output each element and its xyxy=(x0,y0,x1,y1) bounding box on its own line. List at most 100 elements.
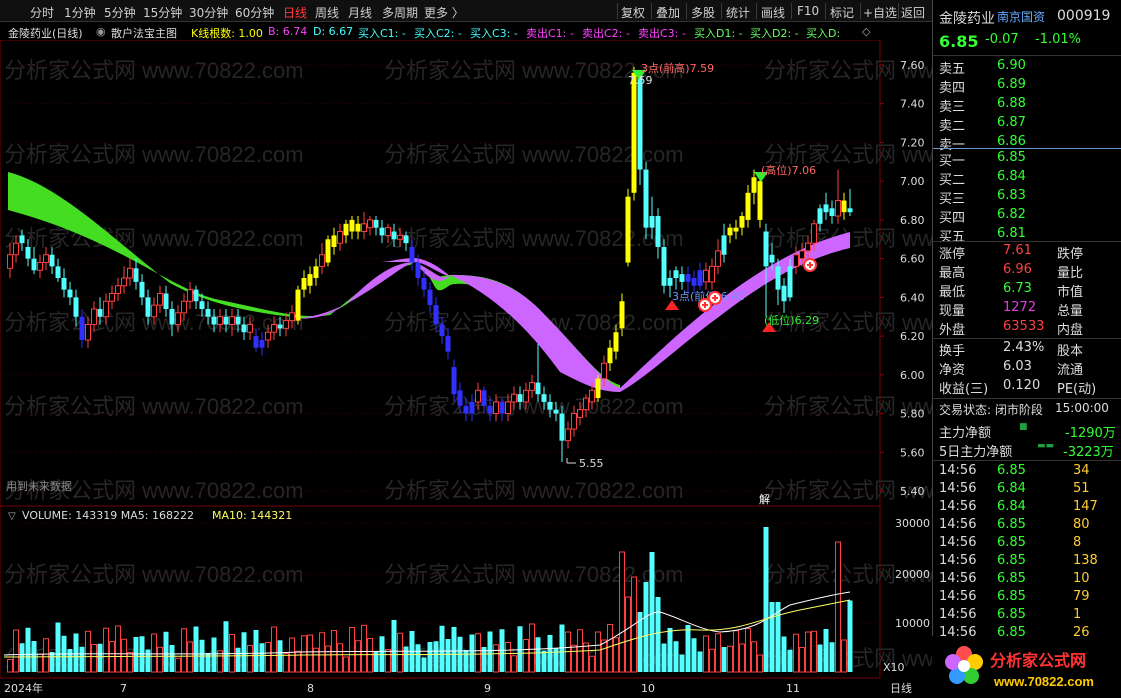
candle-body xyxy=(595,378,601,399)
candle-body xyxy=(79,316,85,340)
candle-body-up xyxy=(115,285,121,294)
volume-bar-down xyxy=(847,600,853,672)
price-tick-label: 6.00 xyxy=(900,369,925,382)
site-logo: 分析家公式网 www.70822.com xyxy=(932,636,1121,698)
toolbar-mark-button[interactable]: 标记 xyxy=(830,4,854,21)
indicator-name[interactable]: 散户法宝主图 xyxy=(111,25,177,40)
toolbar-fuquan-button[interactable]: 复权 xyxy=(621,4,645,21)
candle-body-up xyxy=(151,304,157,318)
kline-chart[interactable]: 分析家公式网 www.70822.com 分析家公式网 www.70822.com… xyxy=(0,40,932,698)
tick-time: 14:56 xyxy=(939,481,977,496)
tick-time: 14:56 xyxy=(939,499,977,514)
sell-level-row: 卖二 6.87 xyxy=(939,115,1119,134)
stat-row: 外盘 63533 内盘 xyxy=(939,319,1119,338)
candle-body xyxy=(727,227,733,236)
volume-bar-down xyxy=(463,650,469,672)
candle-body-up xyxy=(511,393,517,403)
x-label-nov: 11 xyxy=(786,682,800,695)
jie-label: 解 xyxy=(759,492,770,506)
period-tab-7[interactable]: 周线 xyxy=(315,4,339,21)
volume-bar-up xyxy=(319,632,325,673)
period-tab-2[interactable]: 5分钟 xyxy=(104,4,136,21)
candle-body xyxy=(61,278,67,290)
signal-sell-c1: 卖出C1: - xyxy=(526,27,574,40)
signal-buy-d: 买入D: xyxy=(806,27,841,40)
candle-body-up xyxy=(91,308,97,325)
volume-bar-down xyxy=(517,626,523,672)
candle-body-up xyxy=(85,323,91,341)
volume-bar-up xyxy=(265,642,271,673)
stat-value: 63533 xyxy=(1003,319,1045,334)
main-net-label: 主力净额 xyxy=(939,426,992,441)
candle-body-up xyxy=(187,289,193,302)
tick-price: 6.84 xyxy=(997,499,1026,514)
candle-body-up xyxy=(805,242,811,252)
toolbar-multistock-button[interactable]: 多股 xyxy=(691,4,715,21)
volume-bar-up xyxy=(625,596,631,673)
period-tab-3[interactable]: 15分钟 xyxy=(143,4,182,21)
settings-circle-icon[interactable]: ◉ xyxy=(96,25,106,38)
period-tab-10[interactable]: 更多 〉 xyxy=(424,4,464,21)
stat2-value: 6.03 xyxy=(1003,359,1032,374)
x-label-aug: 8 xyxy=(307,682,314,695)
five-day-net-row: 5日主力净额 ▬▬ -3223万 xyxy=(939,441,1119,460)
candle-body xyxy=(463,405,469,414)
volume-bar-down xyxy=(259,643,265,672)
period-tab-8[interactable]: 月线 xyxy=(348,4,372,21)
toolbar-overlay-button[interactable]: 叠加 xyxy=(656,4,680,21)
flower-logo-icon xyxy=(945,646,983,684)
candle-body-up xyxy=(175,312,181,325)
volume-bar-up xyxy=(187,641,193,673)
tick-volume: 10 xyxy=(1073,571,1090,586)
stat-row: 涨停 7.61 跌停 xyxy=(939,243,1119,262)
period-tab-4[interactable]: 30分钟 xyxy=(189,4,228,21)
candle-body xyxy=(433,305,439,325)
candle-body xyxy=(445,336,451,352)
candle-body xyxy=(403,235,409,244)
candle-body xyxy=(145,297,151,317)
stock-name: 金陵药业 xyxy=(939,11,995,27)
volume-bar-up xyxy=(607,624,613,673)
period-tab-1[interactable]: 1分钟 xyxy=(64,4,96,21)
period-tab-9[interactable]: 多周期 xyxy=(382,4,418,21)
candle-body xyxy=(439,324,445,337)
volume-bar-down xyxy=(685,625,691,672)
volume-bar-down xyxy=(241,632,247,672)
price-tick-label: 6.60 xyxy=(900,253,925,266)
toolbar-stats-button[interactable]: 统计 xyxy=(726,4,750,21)
volume-bar-down xyxy=(649,552,655,672)
stat2-right-label: PE(动) xyxy=(1057,382,1097,397)
candle-body xyxy=(499,401,505,414)
candle-body xyxy=(253,336,259,348)
volume-bar-up xyxy=(325,645,331,673)
price-tick-label: 7.40 xyxy=(900,98,925,111)
candle-body xyxy=(613,332,619,352)
volume-bar-up xyxy=(397,632,403,673)
low-point-label: (低位)6.29 xyxy=(764,313,819,327)
volume-bar-up xyxy=(283,653,289,673)
toolbar-draw-button[interactable]: 画线 xyxy=(761,4,785,21)
candle-body xyxy=(133,268,139,282)
candle-body-up xyxy=(181,300,187,314)
candle-body xyxy=(685,274,691,282)
toolbar-back-button[interactable]: 返回 xyxy=(901,4,925,21)
price-tick-label: 6.80 xyxy=(900,214,925,227)
period-tab-0[interactable]: 分时 xyxy=(30,4,54,21)
volume-toggle-icon[interactable]: ▽ xyxy=(8,511,16,522)
infoline-collapse-icon[interactable]: ◇ xyxy=(862,25,870,38)
watermark-text: 分析家公式网 www.70822.com xyxy=(4,226,304,251)
stat2-label: 换手 xyxy=(939,344,966,359)
volume-bar-down xyxy=(169,645,175,672)
period-tab-6[interactable]: 日线 xyxy=(283,4,307,21)
candle-body xyxy=(553,409,559,414)
x-label-year: 2024年 xyxy=(4,681,43,695)
toolbar-add-favorite-button[interactable]: +自选 xyxy=(863,4,897,21)
toolbar-f10-button[interactable]: F10 xyxy=(797,4,819,18)
candle-body xyxy=(349,219,355,232)
period-tab-5[interactable]: 60分钟 xyxy=(235,4,274,21)
five-day-net-label: 5日主力净额 xyxy=(939,445,1013,460)
tick-row: 14:56 6.85 10 xyxy=(939,571,1119,589)
main-net-value: -1290万 xyxy=(1065,426,1116,441)
signal-buy-d1: 买入D1: - xyxy=(694,27,743,40)
stat2-row: 收益(三) 0.120 PE(动) xyxy=(939,378,1119,397)
